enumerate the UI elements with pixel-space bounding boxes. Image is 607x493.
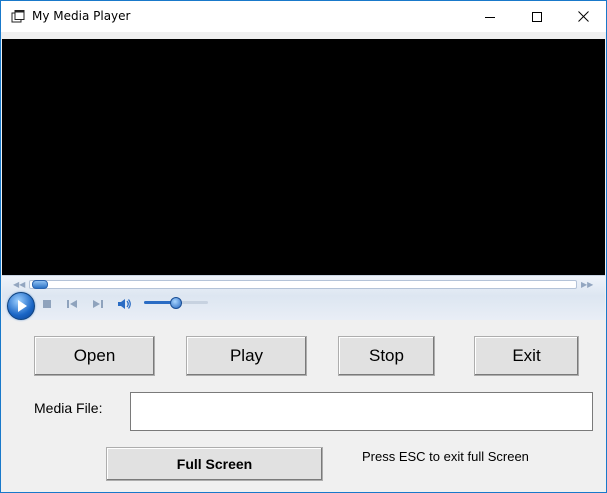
previous-icon[interactable] bbox=[65, 297, 79, 311]
exit-button[interactable]: Exit bbox=[474, 336, 579, 376]
play-button[interactable]: Play bbox=[186, 336, 307, 376]
minimize-icon bbox=[485, 16, 495, 18]
close-button[interactable] bbox=[560, 1, 606, 32]
app-icon bbox=[10, 9, 26, 25]
stop-button[interactable]: Stop bbox=[338, 336, 435, 376]
speaker-icon[interactable] bbox=[117, 297, 131, 311]
maximize-icon bbox=[532, 11, 542, 22]
window-title: My Media Player bbox=[32, 9, 131, 23]
minimize-button[interactable] bbox=[467, 1, 513, 32]
video-display[interactable] bbox=[2, 39, 605, 275]
volume-thumb[interactable] bbox=[170, 297, 182, 309]
open-button[interactable]: Open bbox=[34, 336, 155, 376]
media-file-input[interactable] bbox=[130, 392, 593, 431]
player-play-button[interactable] bbox=[7, 292, 35, 320]
media-file-label: Media File: bbox=[34, 400, 103, 416]
main-window: My Media Player ◀◀ ▶▶ Open Play Stop Exi… bbox=[0, 0, 607, 493]
seek-bar[interactable] bbox=[29, 280, 577, 289]
full-screen-button[interactable]: Full Screen bbox=[106, 447, 323, 481]
seek-forward-icon[interactable]: ▶▶ bbox=[581, 280, 593, 289]
title-bar: My Media Player bbox=[1, 1, 606, 32]
next-icon[interactable] bbox=[91, 297, 105, 311]
seek-back-icon[interactable]: ◀◀ bbox=[13, 280, 25, 289]
stop-icon[interactable] bbox=[40, 297, 54, 311]
close-icon bbox=[577, 11, 589, 22]
play-icon bbox=[18, 300, 27, 312]
esc-hint-text: Press ESC to exit full Screen bbox=[362, 449, 529, 464]
maximize-button[interactable] bbox=[514, 1, 560, 32]
player-control-bar: ◀◀ ▶▶ bbox=[2, 275, 605, 320]
seek-thumb[interactable] bbox=[32, 280, 48, 289]
